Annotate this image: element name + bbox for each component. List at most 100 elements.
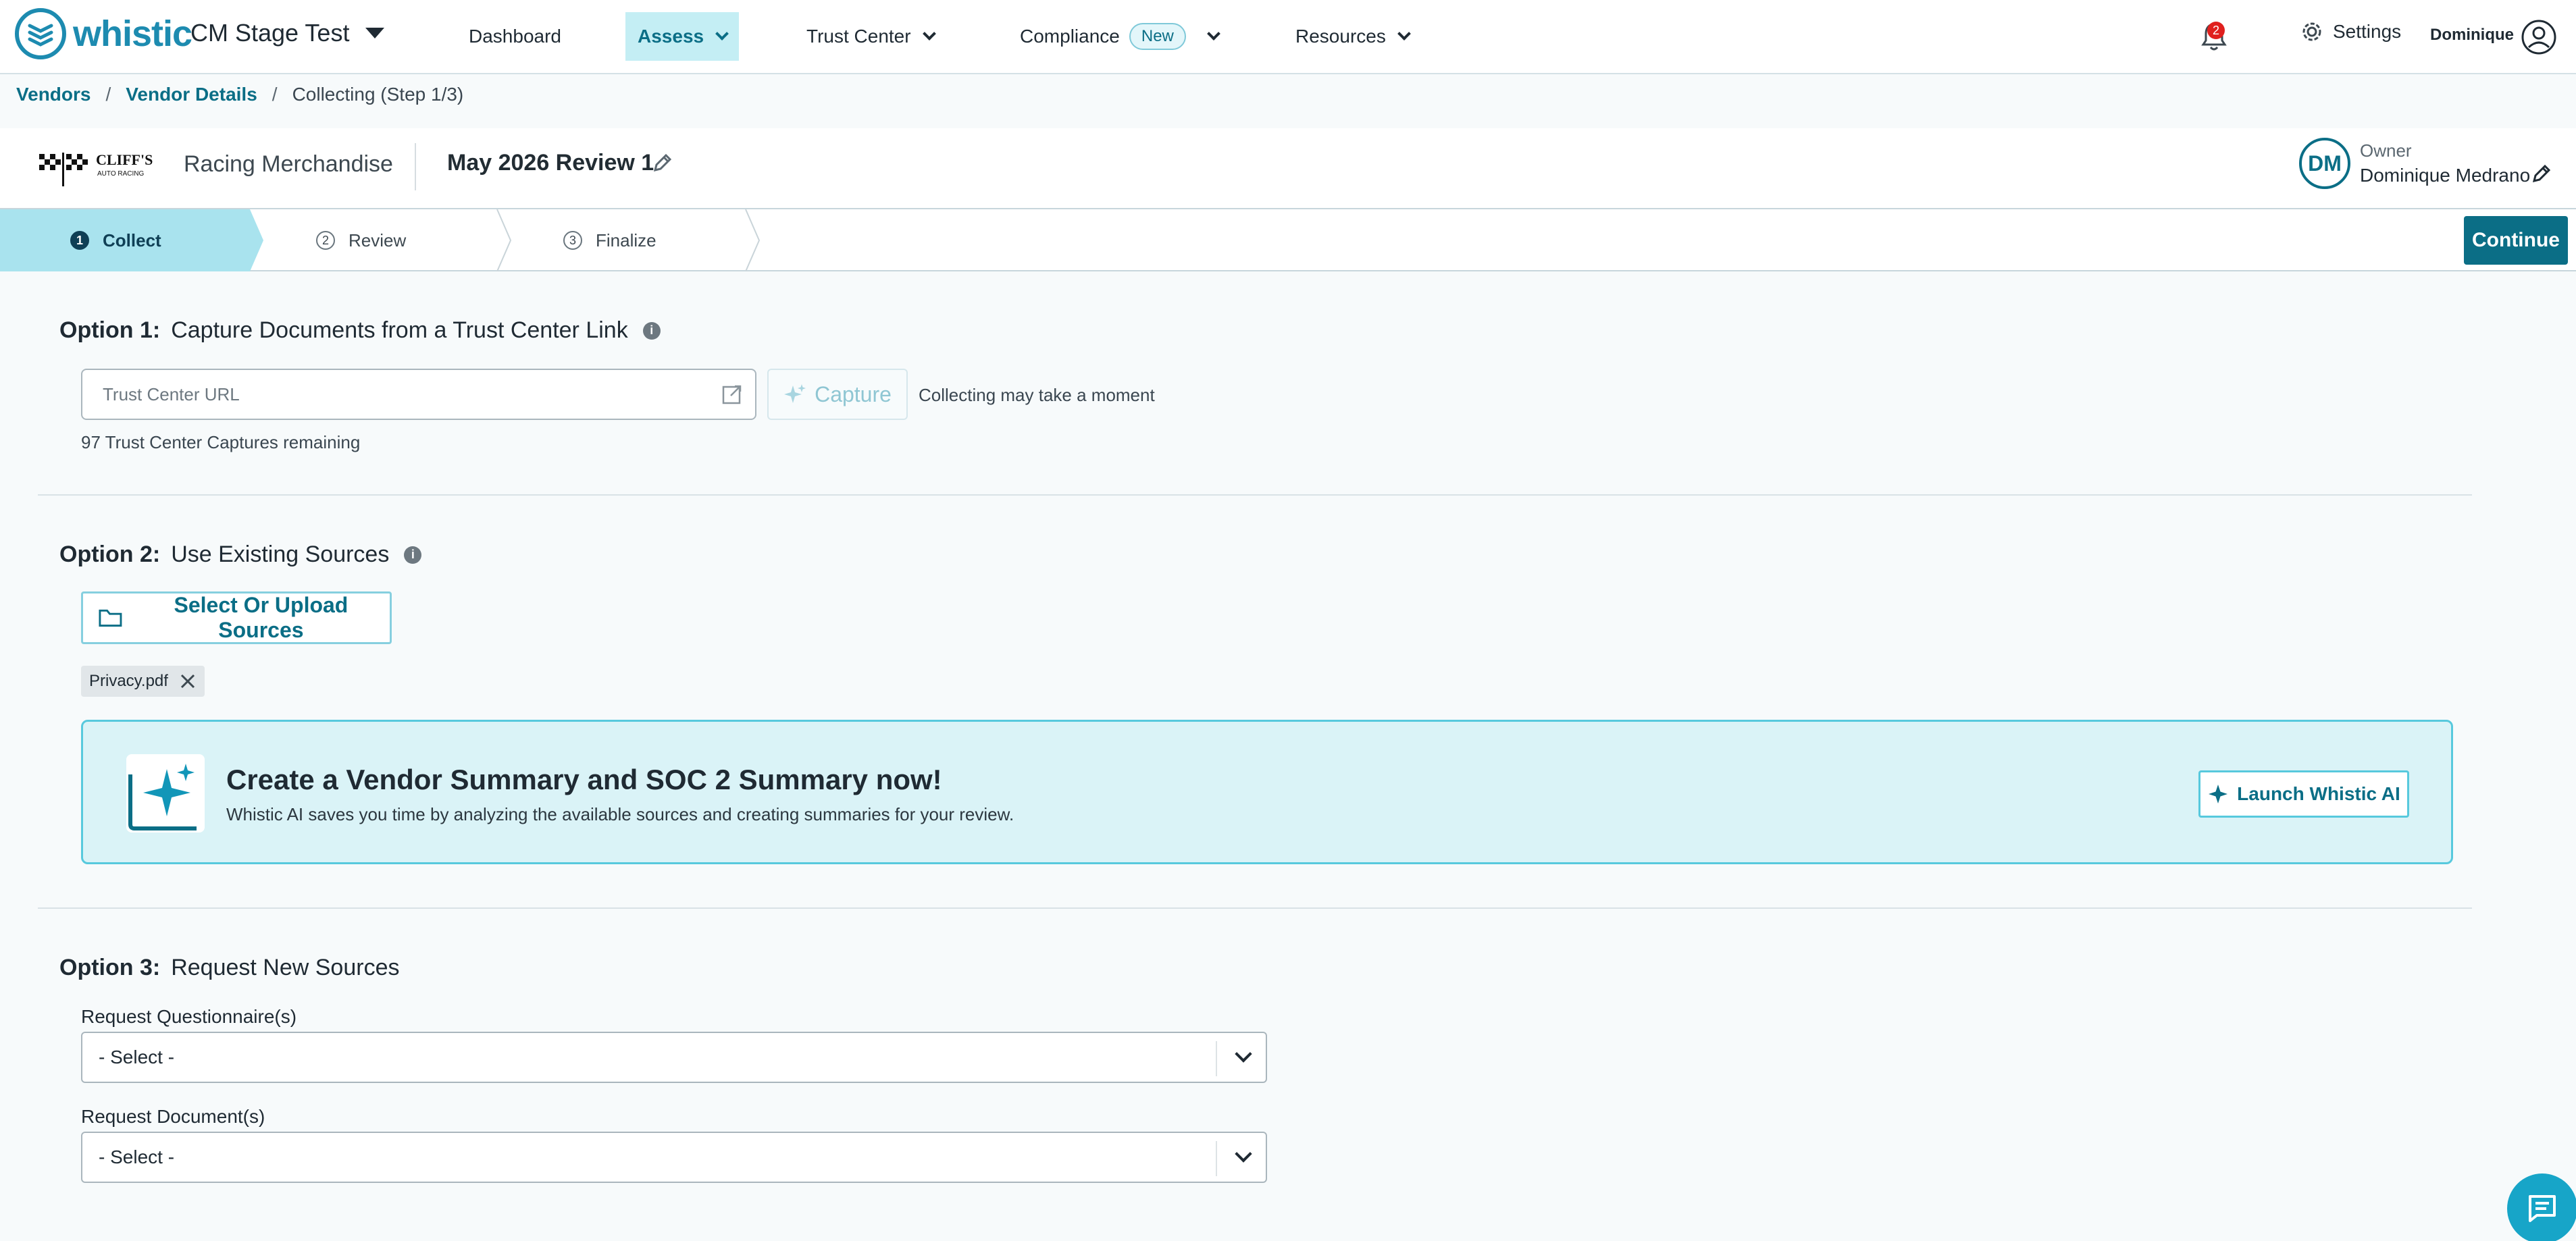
- notification-count-badge: 2: [2207, 22, 2225, 39]
- step-number: 2: [316, 231, 335, 250]
- section-divider: [38, 907, 2472, 909]
- option3-prefix: Option 3:: [59, 955, 161, 980]
- settings-link[interactable]: Settings: [2300, 20, 2401, 43]
- chevron-down-icon: [1397, 27, 1411, 41]
- launch-ai-label: Launch Whistic AI: [2237, 783, 2400, 804]
- file-chip: Privacy.pdf: [81, 666, 205, 697]
- logo-text: whistic: [73, 14, 192, 54]
- step-label: Collect: [103, 230, 161, 250]
- option1-prefix: Option 1:: [59, 317, 161, 343]
- trust-center-url-input[interactable]: [81, 369, 756, 420]
- org-switcher[interactable]: CM Stage Test: [190, 19, 385, 47]
- org-name: CM Stage Test: [190, 19, 350, 47]
- document-select[interactable]: - Select -: [81, 1132, 1267, 1183]
- section-divider: [38, 494, 2472, 496]
- breadcrumb: Vendors / Vendor Details / Collecting (S…: [16, 84, 463, 105]
- step-collect[interactable]: 1 Collect: [70, 209, 161, 271]
- questionnaire-select[interactable]: - Select -: [81, 1032, 1267, 1083]
- step-label: Finalize: [596, 230, 656, 250]
- questionnaire-select-value: - Select -: [99, 1047, 175, 1067]
- nav-trust-center-label: Trust Center: [806, 26, 911, 47]
- step-number: 3: [563, 231, 582, 250]
- nav-assess[interactable]: Assess: [625, 12, 740, 61]
- new-badge: New: [1129, 23, 1186, 50]
- nav-trust-center[interactable]: Trust Center: [794, 12, 946, 61]
- select-divider: [1216, 1141, 1217, 1176]
- owner-label: Owner: [2360, 140, 2412, 161]
- vendor-logo-text: CLIFF'S: [96, 151, 153, 168]
- option2-title: Option 2: Use Existing Sources i: [59, 542, 422, 568]
- gear-icon: [2302, 22, 2321, 41]
- select-upload-sources-button[interactable]: Select Or Upload Sources: [81, 591, 392, 644]
- option1-title: Option 1: Capture Documents from a Trust…: [59, 317, 661, 344]
- pencil-icon[interactable]: [651, 151, 674, 174]
- chevron-down-icon: [922, 27, 936, 41]
- checkered-flag-icon: [39, 153, 88, 186]
- vendor-name: Racing Merchandise: [184, 151, 393, 177]
- pencil-icon[interactable]: [2530, 162, 2553, 185]
- whistic-logo[interactable]: whistic: [15, 8, 192, 59]
- questionnaire-label: Request Questionnaire(s): [81, 1006, 297, 1027]
- review-name: May 2026 Review 1: [447, 150, 654, 176]
- collect-note: Collecting may take a moment: [919, 385, 1155, 405]
- capture-label: Capture: [815, 381, 892, 406]
- sparkle-icon: [784, 384, 806, 403]
- breadcrumb-separator: /: [105, 84, 111, 105]
- option2-prefix: Option 2:: [59, 542, 161, 567]
- chevron-down-icon: [1206, 27, 1220, 41]
- vendor-logo: CLIFF'S AUTO RACING: [36, 147, 153, 188]
- external-link-icon[interactable]: [721, 384, 743, 405]
- file-name: Privacy.pdf: [89, 672, 168, 690]
- option1-heading: Capture Documents from a Trust Center Li…: [171, 317, 628, 343]
- document-label: Request Document(s): [81, 1106, 265, 1127]
- sparkle-icon: [2209, 785, 2228, 803]
- user-avatar-icon[interactable]: [2521, 19, 2557, 55]
- close-icon[interactable]: [179, 672, 197, 690]
- chat-button[interactable]: [2507, 1173, 2576, 1241]
- nav-resources[interactable]: Resources: [1283, 12, 1421, 61]
- chevron-down-icon: [715, 27, 729, 41]
- step-review[interactable]: 2 Review: [316, 209, 406, 271]
- ai-banner-subtitle: Whistic AI saves you time by analyzing t…: [226, 804, 1014, 824]
- vendor-logo-subtext: AUTO RACING: [97, 170, 145, 178]
- owner-avatar: DM: [2299, 138, 2350, 189]
- folder-icon: [99, 609, 122, 627]
- upload-label: Select Or Upload Sources: [174, 593, 349, 642]
- capture-button[interactable]: Capture: [767, 369, 908, 420]
- breadcrumb-separator: /: [272, 84, 278, 105]
- ai-summary-banner: Create a Vendor Summary and SOC 2 Summar…: [81, 720, 2453, 864]
- option2-heading: Use Existing Sources: [171, 542, 390, 567]
- option3-title: Option 3: Request New Sources: [59, 955, 399, 981]
- owner-name: Dominique Medrano: [2360, 165, 2531, 186]
- select-divider: [1216, 1041, 1217, 1076]
- nav-compliance[interactable]: Compliance New: [1008, 12, 1231, 61]
- stepper: 1 Collect 2 Review 3 Finalize Continue: [0, 209, 2576, 271]
- nav-compliance-label: Compliance: [1020, 26, 1120, 47]
- whistic-logo-icon: [15, 8, 66, 59]
- continue-button[interactable]: Continue: [2464, 216, 2568, 265]
- user-name[interactable]: Dominique: [2430, 26, 2514, 45]
- nav-dashboard[interactable]: Dashboard: [457, 12, 573, 61]
- breadcrumb-vendors[interactable]: Vendors: [16, 84, 91, 105]
- ai-sparkle-icon: [126, 754, 205, 833]
- launch-whistic-ai-button[interactable]: Launch Whistic AI: [2198, 770, 2409, 818]
- nav-assess-label: Assess: [638, 26, 704, 47]
- info-icon[interactable]: i: [642, 321, 661, 340]
- chat-icon: [2529, 1195, 2556, 1222]
- vendor-header: CLIFF'S AUTO RACING Racing Merchandise M…: [0, 128, 2576, 209]
- settings-label: Settings: [2333, 21, 2402, 42]
- info-icon[interactable]: i: [404, 546, 422, 564]
- chevron-down-icon: [1235, 1145, 1252, 1163]
- captures-remaining: 97 Trust Center Captures remaining: [81, 432, 361, 452]
- option3-heading: Request New Sources: [171, 955, 400, 980]
- step-finalize[interactable]: 3 Finalize: [563, 209, 656, 271]
- nav-dashboard-label: Dashboard: [469, 26, 561, 47]
- ai-banner-title: Create a Vendor Summary and SOC 2 Summar…: [226, 764, 942, 795]
- breadcrumb-vendor-details[interactable]: Vendor Details: [126, 84, 257, 105]
- chevron-down-icon: [1235, 1045, 1252, 1063]
- header-divider: [415, 143, 416, 190]
- step-label: Review: [349, 230, 407, 250]
- nav-resources-label: Resources: [1295, 26, 1386, 47]
- breadcrumb-current: Collecting (Step 1/3): [292, 84, 464, 105]
- document-select-value: - Select -: [99, 1146, 175, 1167]
